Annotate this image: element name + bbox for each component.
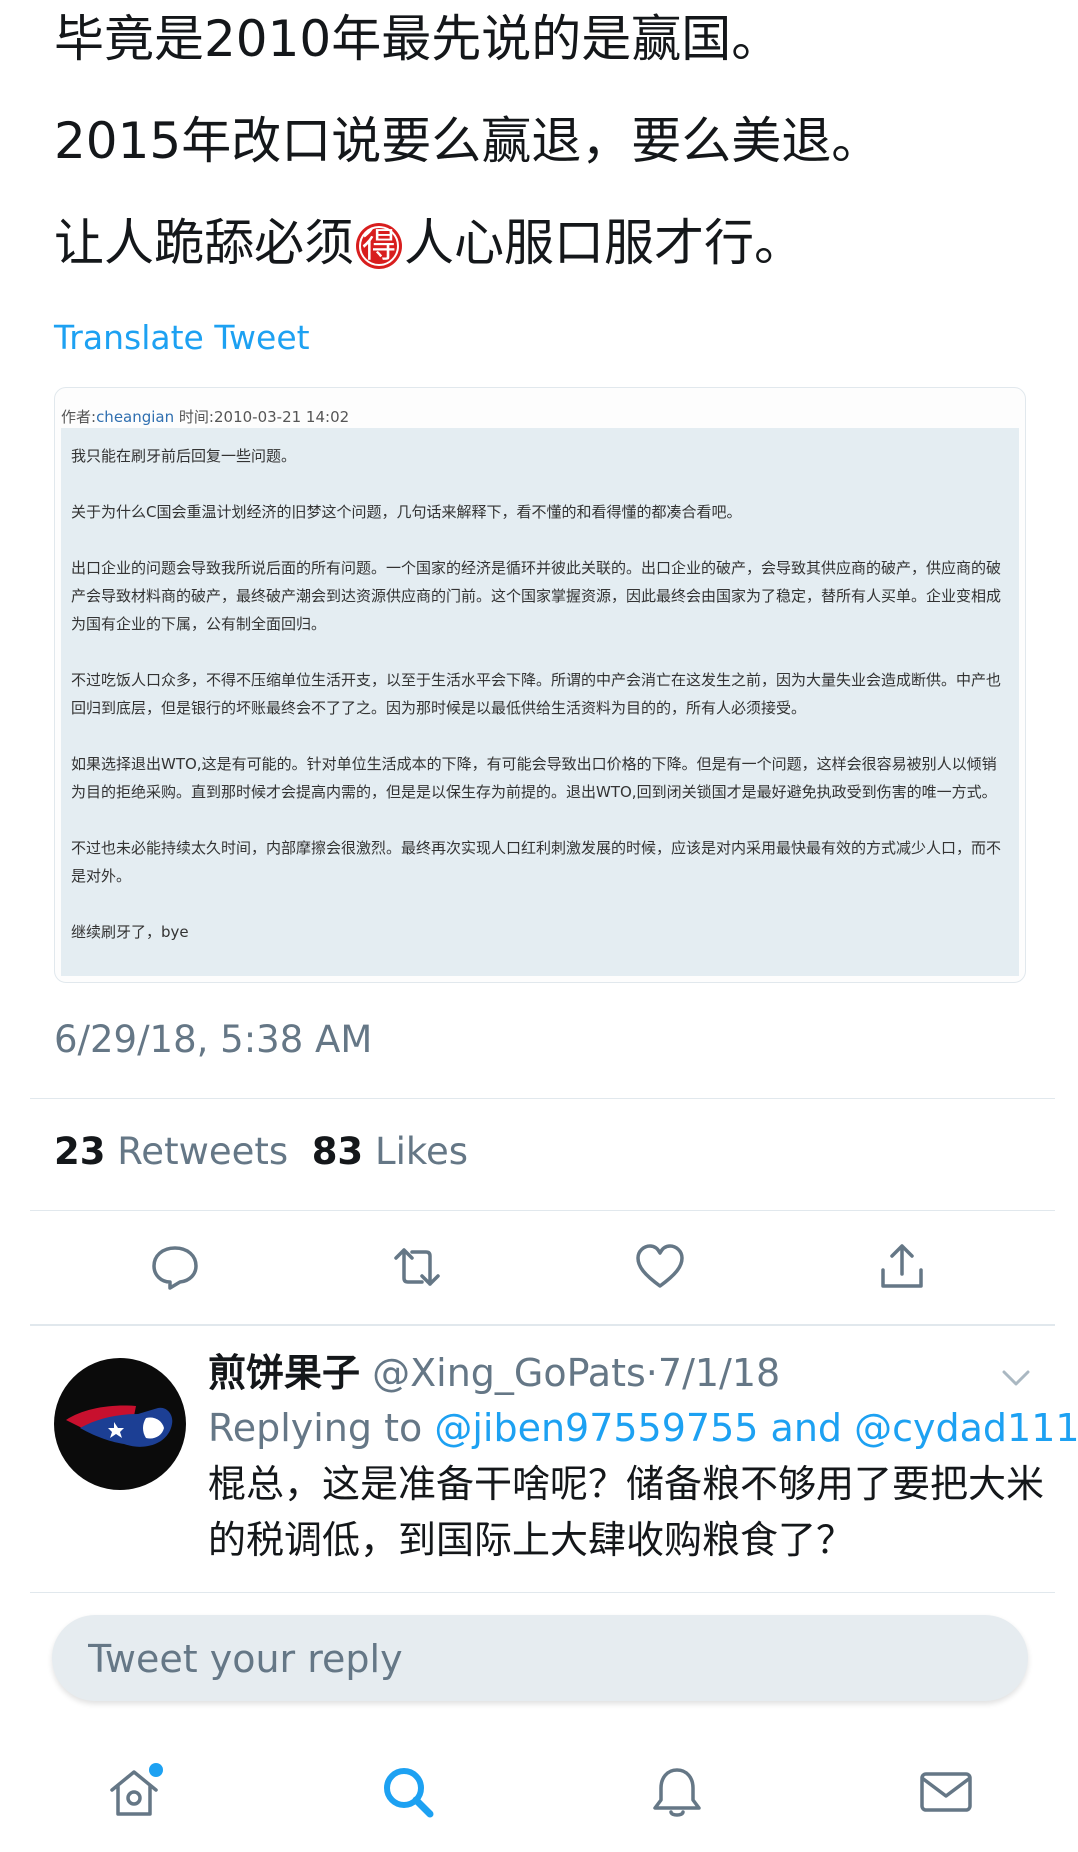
mention-link[interactable]: @cydad111 <box>854 1406 1078 1450</box>
reply-text: 棍总，这是准备干啥呢？储备粮不够用了要把大米的税调低，到国际上大肆收购粮食了？ <box>208 1462 1045 1562</box>
nav-messages[interactable] <box>916 1762 976 1822</box>
retweets-stat[interactable]: 23 Retweets <box>54 1130 288 1173</box>
tweet-line-2: 2015年改口说要么赢退，要么美退。 <box>54 112 882 170</box>
avatar[interactable] <box>54 1358 186 1490</box>
reply-composer[interactable] <box>52 1615 1028 1703</box>
quoted-paragraph: 不过吃饭人口众多，不得不压缩单位生活开支，以至于生活水平会下降。所谓的中产会消亡… <box>71 671 1002 717</box>
reply-author-name[interactable]: 煎饼果子 <box>208 1351 360 1395</box>
reply-button[interactable] <box>148 1240 202 1294</box>
replying-to: Replying to @jiben97559755 and @cydad111 <box>208 1402 1078 1454</box>
divider <box>30 1210 1055 1211</box>
likes-count: 83 <box>311 1130 364 1173</box>
quoted-paragraph: 我只能在刷牙前后回复一些问题。 <box>71 447 297 465</box>
tweet-text: 毕竟是2010年最先说的是赢国。 2015年改口说要么赢退，要么美退。 让人跪舔… <box>54 14 1054 320</box>
quoted-paragraph: 关于为什么C国会重温计划经济的旧梦这个问题，几句话来解释下，看不懂的和看得懂的都… <box>71 503 742 521</box>
quoted-post-body: 我只能在刷牙前后回复一些问题。 关于为什么C国会重温计划经济的旧梦这个问题，几句… <box>61 428 1019 976</box>
quoted-paragraph: 如果选择退出WTO,这是有可能的。针对单位生活成本的下降，有可能会导致出口价格的… <box>71 755 997 801</box>
retweet-icon <box>394 1248 440 1286</box>
quoted-post-header: 作者:cheangian 时间:2010-03-21 14:02 <box>61 406 349 427</box>
likes-label: Likes <box>374 1130 468 1173</box>
reply-input[interactable] <box>86 1615 990 1703</box>
share-button[interactable] <box>875 1240 929 1294</box>
retweets-count: 23 <box>54 1130 106 1173</box>
divider <box>30 1098 1055 1099</box>
replying-to-label: Replying to <box>208 1406 423 1450</box>
reply-author-handle[interactable]: @Xing_GoPats <box>372 1351 646 1395</box>
post-time: 2010-03-21 14:02 <box>213 408 350 426</box>
separator: · <box>645 1351 658 1395</box>
reply-date: 7/1/18 <box>657 1351 781 1395</box>
quoted-paragraph: 继续刷牙了，bye <box>71 923 189 941</box>
retweet-button[interactable] <box>390 1240 444 1294</box>
author-label: 作者: <box>61 408 97 426</box>
tweet-line-3-end: 人心服口服才行。 <box>404 214 804 272</box>
nav-notifications[interactable] <box>647 1762 707 1822</box>
author-name: cheangian <box>96 408 175 426</box>
divider <box>30 1324 1055 1326</box>
quoted-image-card[interactable]: 作者:cheangian 时间:2010-03-21 14:02 我只能在刷牙前… <box>54 387 1026 983</box>
nav-home[interactable] <box>104 1762 164 1822</box>
notifications-icon <box>653 1768 701 1817</box>
tweet-line-3-start: 让人跪舔必须 <box>54 214 354 272</box>
tweet-timestamp: 6/29/18, 5:38 AM <box>54 1018 373 1061</box>
nav-search[interactable] <box>378 1762 438 1822</box>
quoted-paragraph: 出口企业的问题会导致我所说后面的所有问题。一个国家的经济是循环并彼此关联的。出口… <box>71 559 1002 633</box>
chevron-down-icon <box>1002 1370 1030 1386</box>
more-options-button[interactable] <box>998 1360 1034 1396</box>
home-icon <box>110 1763 163 1816</box>
tweet-line-3: 让人跪舔必须得人心服口服才行。 <box>54 218 1054 269</box>
tweet-stats: 23 Retweets 83 Likes <box>54 1130 468 1173</box>
tweet-line-1: 毕竟是2010年最先说的是赢国。 <box>54 10 782 68</box>
likes-stat[interactable]: 83 Likes <box>312 1130 468 1173</box>
messages-icon <box>920 1772 972 1812</box>
mention-link[interactable]: @jiben97559755 <box>434 1406 758 1450</box>
and-label: and <box>770 1406 843 1450</box>
search-icon <box>384 1768 434 1818</box>
like-button[interactable] <box>633 1240 687 1294</box>
quoted-paragraph: 不过也未必能持续太久时间，内部摩擦会很激烈。最终再次实现人口红利刺激发展的时候，… <box>71 839 1002 885</box>
reply-icon <box>152 1246 198 1290</box>
divider <box>30 1592 1055 1593</box>
patriots-logo-icon <box>66 1405 173 1447</box>
de-emoji-badge: 得 <box>356 223 402 269</box>
reply-tweet[interactable]: 煎饼果子 @Xing_GoPats·7/1/18 Replying to @ji… <box>208 1348 1078 1568</box>
reply-header: 煎饼果子 @Xing_GoPats·7/1/18 <box>208 1348 1048 1398</box>
time-label: 时间: <box>178 408 214 426</box>
translate-tweet-link[interactable]: Translate Tweet <box>54 318 310 357</box>
retweets-label: Retweets <box>117 1130 289 1173</box>
share-icon <box>881 1244 923 1288</box>
like-icon <box>636 1244 684 1288</box>
